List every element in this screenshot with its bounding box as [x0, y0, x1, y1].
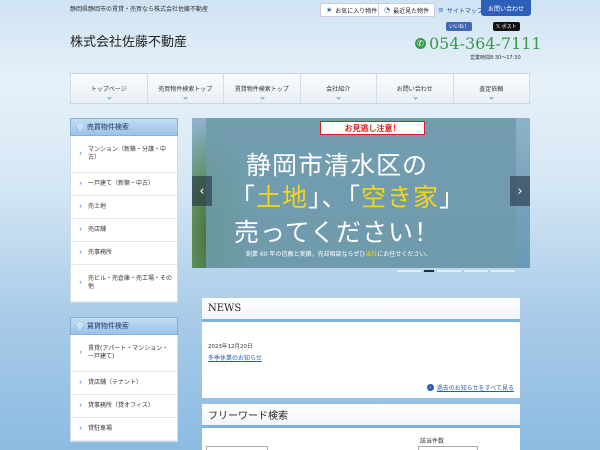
nav-appraisal[interactable]: 査定依頼: [454, 74, 530, 103]
news-item-link[interactable]: 冬季休業のお知らせ: [208, 353, 514, 362]
magnifier-icon: ⚲: [77, 321, 83, 331]
count-label: 該当件数: [420, 438, 445, 445]
news-heading: NEWS: [202, 298, 520, 322]
phone-text: 054-364-7111: [429, 34, 542, 53]
banner-headline-2: 「土地」、「空き家」: [230, 183, 466, 212]
slider-prev-button[interactable]: ‹: [192, 176, 212, 206]
hero-slider[interactable]: お見逃し注意！ 静岡市清水区の 「土地」、「空き家」 売ってください！ 創業 6…: [192, 118, 530, 268]
free-search-select[interactable]: [206, 446, 268, 450]
favorites-button[interactable]: ★ お気に入り物件: [320, 3, 384, 17]
sidebar-item-shop[interactable]: 売店舗: [71, 219, 177, 242]
brand-logo[interactable]: 株式会社佐藤不動産: [70, 31, 187, 50]
x-post-label: ポスト: [501, 24, 517, 30]
news-more-link[interactable]: › 過去のお知らせをすべて見る: [426, 383, 514, 392]
count-field: [418, 446, 478, 450]
sidebar-item-rent-parking[interactable]: 貸駐車場: [71, 418, 177, 441]
banner-subtext: 創業 60 年の信頼と実績。売却相談ならぜひ当社にお任せください。: [246, 251, 432, 258]
slider-dot[interactable]: [397, 270, 421, 272]
sidebar-item-house[interactable]: 一戸建て（新築・中古）: [71, 173, 177, 196]
nav-sale-search[interactable]: 売買物件検索トップ: [148, 74, 224, 103]
sitemap-link[interactable]: ≡ サイトマップ: [433, 3, 488, 17]
sidebar-item-rent-office[interactable]: 貸事務所（貸オフィス）: [71, 395, 177, 418]
x-post-button[interactable]: 𝕏 ポスト: [493, 22, 520, 31]
clock-icon: ◔: [384, 6, 391, 14]
business-hours: 営業時間8:30～17:30: [470, 55, 521, 61]
news-section: NEWS 2023年12月20日 冬季休業のお知らせ › 過去のお知らせをすべて…: [202, 298, 520, 398]
rent-search-title: 賃貸物件検索: [86, 322, 129, 330]
sale-search-heading: ⚲ 売買物件検索: [70, 118, 178, 136]
slider-dot[interactable]: [464, 270, 488, 272]
sidebar-item-mansion[interactable]: マンション（新築・分譲・中古）: [71, 136, 177, 173]
site-tagline: 静岡県静岡市の賃貸・売買なら株式会社佐藤不動産: [70, 6, 209, 13]
sidebar-item-office[interactable]: 売事務所: [71, 242, 177, 265]
sidebar-item-rent-shop[interactable]: 貸店舗（テナント）: [71, 372, 177, 395]
rent-search-heading: ⚲ 賃貸物件検索: [70, 317, 178, 335]
magnifier-icon: ⚲: [77, 122, 83, 132]
facebook-like-button[interactable]: いいね！: [446, 22, 473, 31]
chevron-right-icon: ›: [426, 384, 434, 391]
recent-label: 最近見た物件: [393, 7, 430, 15]
free-search-heading: フリーワード検索: [202, 404, 520, 428]
recent-button[interactable]: ◔ 最近見た物件: [378, 3, 436, 17]
sitemap-label: サイトマップ: [446, 7, 483, 15]
sale-search-list: マンション（新築・分譲・中古） 一戸建て（新築・中古） 売土地 売店舗 売事務所…: [70, 136, 178, 303]
nav-contact[interactable]: お問い合わせ: [377, 74, 454, 103]
slider-dot-active[interactable]: [424, 270, 434, 272]
header: 静岡県静岡市の賃貸・売買なら株式会社佐藤不動産 ★ お気に入り物件 ◔ 最近見た…: [0, 0, 600, 70]
nav-top[interactable]: トップページ: [70, 74, 148, 103]
slider-dot[interactable]: [437, 270, 461, 272]
free-search-section: フリーワード検索 該当件数: [202, 404, 520, 450]
banner-headline-1: 静岡市清水区の: [246, 151, 429, 180]
sale-search-title: 売買物件検索: [86, 123, 129, 131]
sidebar: ⚲ 売買物件検索 マンション（新築・分譲・中古） 一戸建て（新築・中古） 売土地…: [70, 118, 178, 442]
banner-headline-3: 売ってください！: [234, 218, 441, 247]
slider-dots: [397, 270, 515, 272]
sidebar-item-building[interactable]: 売ビル・売倉庫・売工場・その他: [71, 265, 177, 302]
slider-next-button[interactable]: ›: [510, 176, 530, 206]
sitemap-icon: ≡: [438, 6, 444, 14]
news-more-label: 過去のお知らせをすべて見る: [436, 385, 514, 392]
contact-tab-label: お問い合わせ: [487, 5, 524, 13]
facebook-like-label: いいね！: [449, 24, 470, 30]
banner-tag: お見逃し注意！: [320, 121, 425, 135]
rent-search-list: 賃貸(アパート・マンション・一戸建て) 貸店舗（テナント） 貸事務所（貸オフィス…: [70, 335, 178, 442]
nav-company[interactable]: 会社紹介: [301, 74, 377, 103]
contact-tab-button[interactable]: お問い合わせ: [481, 0, 531, 16]
global-nav: トップページ 売買物件検索トップ 賃貸物件検索トップ 会社紹介 お問い合わせ 査…: [70, 73, 530, 104]
free-search-body: 該当件数: [202, 428, 520, 450]
banner-panel: お見逃し注意！ 静岡市清水区の 「土地」、「空き家」 売ってください！ 創業 6…: [206, 118, 516, 268]
star-icon: ★: [326, 6, 333, 14]
favorites-label: お気に入り物件: [335, 7, 378, 15]
news-body: 2023年12月20日 冬季休業のお知らせ › 過去のお知らせをすべて見る: [202, 322, 520, 398]
slider-dot[interactable]: [491, 270, 515, 272]
nav-rent-search[interactable]: 賃貸物件検索トップ: [224, 74, 301, 103]
phone-number: ✆ 054-364-7111: [415, 34, 542, 53]
sidebar-item-land[interactable]: 売土地: [71, 196, 177, 219]
sidebar-item-rent-residential[interactable]: 賃貸(アパート・マンション・一戸建て): [71, 335, 177, 372]
phone-icon: ✆: [415, 38, 426, 49]
news-date: 2023年12月20日: [208, 344, 253, 350]
